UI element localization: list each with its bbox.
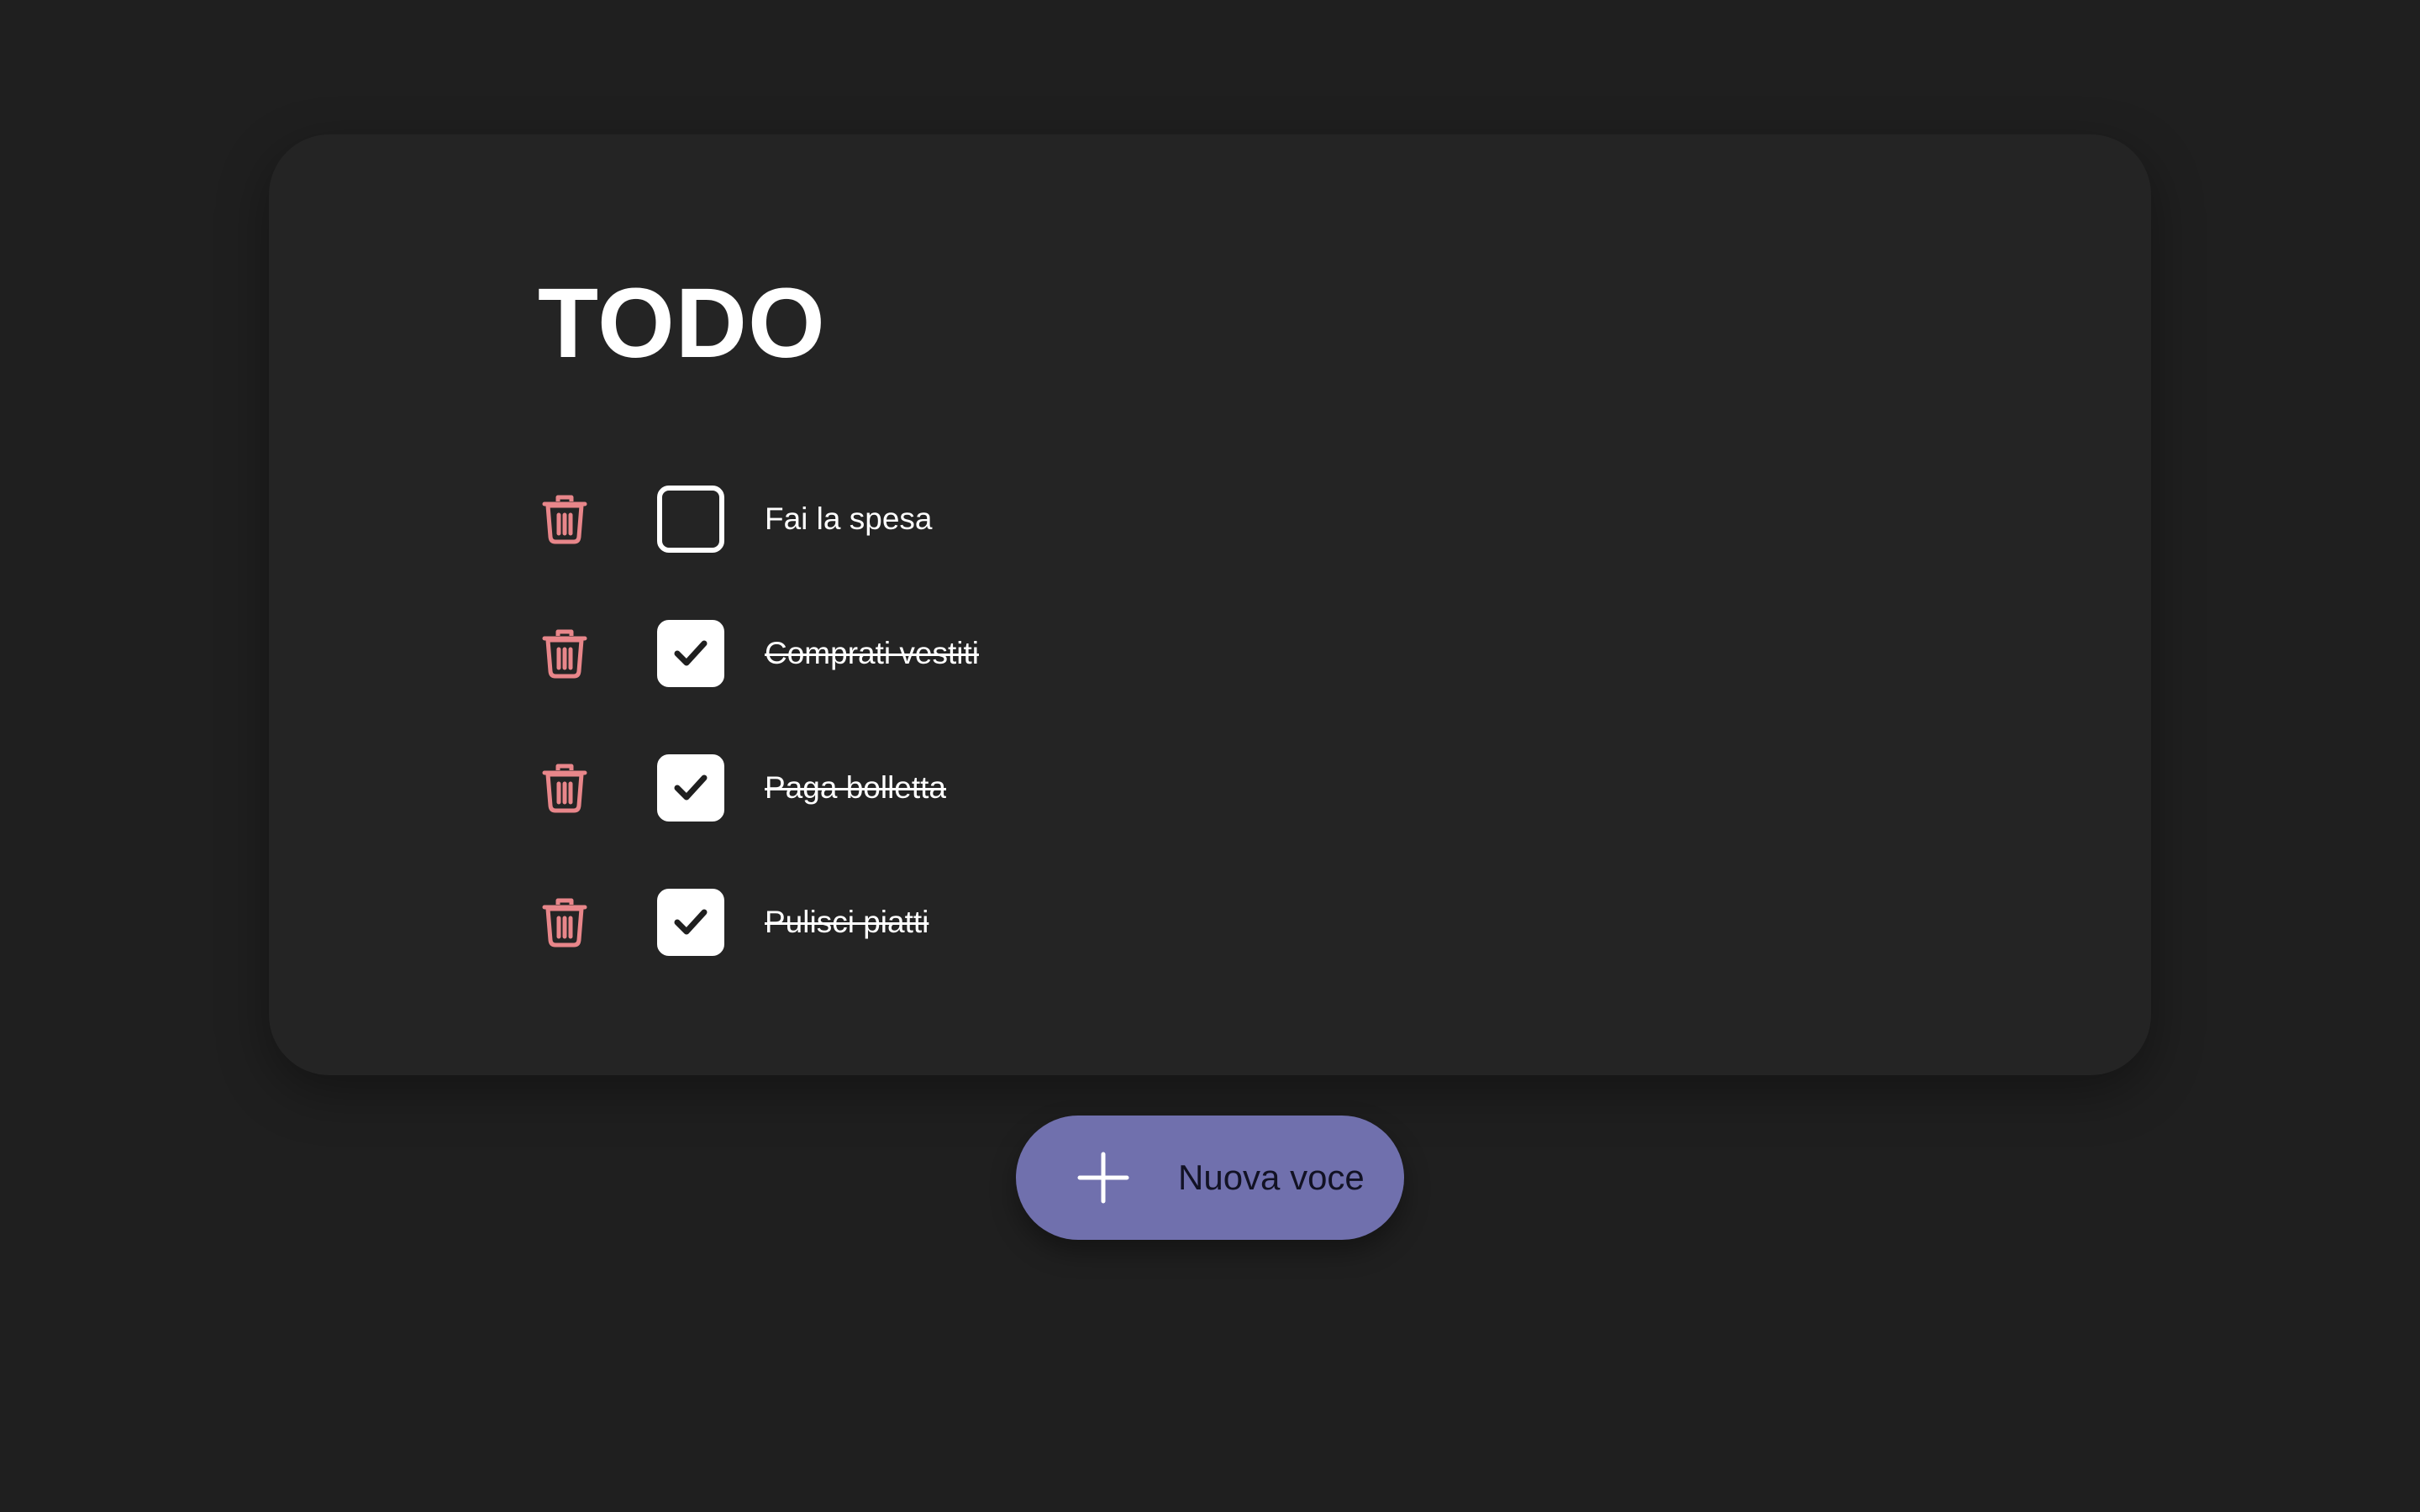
checkmark-icon [674,640,708,666]
trash-icon[interactable] [538,492,592,546]
todo-label: Comprati vestiti [765,636,979,670]
todo-label: Fai la spesa [765,501,933,536]
checkmark-icon [674,909,708,935]
todo-label: Pulisci piatti [765,905,929,939]
trash-icon[interactable] [538,761,592,815]
todo-item: Paga bolletta [538,754,1714,822]
todo-checkbox[interactable] [657,620,724,687]
todo-label: Paga bolletta [765,770,947,805]
todo-list: Fai la spesa Comprati vestiti Paga bolle… [538,486,1714,1075]
plus-icon [1076,1151,1130,1205]
todo-item: Pulisci piatti [538,889,1714,956]
checkmark-icon [674,774,708,801]
add-item-label: Nuova voce [1178,1158,1365,1197]
trash-icon[interactable] [538,627,592,680]
add-item-button[interactable]: Nuova voce [1016,1116,1404,1240]
todo-card: TODO Fai la spesa Comprati vestiti Paga … [269,134,2151,1075]
todo-checkbox[interactable] [657,486,724,553]
todo-item: Comprati vestiti [538,620,1714,687]
trash-icon[interactable] [538,895,592,949]
todo-checkbox[interactable] [657,889,724,956]
page-title: TODO [538,268,826,379]
todo-item: Fai la spesa [538,486,1714,553]
todo-checkbox[interactable] [657,754,724,822]
